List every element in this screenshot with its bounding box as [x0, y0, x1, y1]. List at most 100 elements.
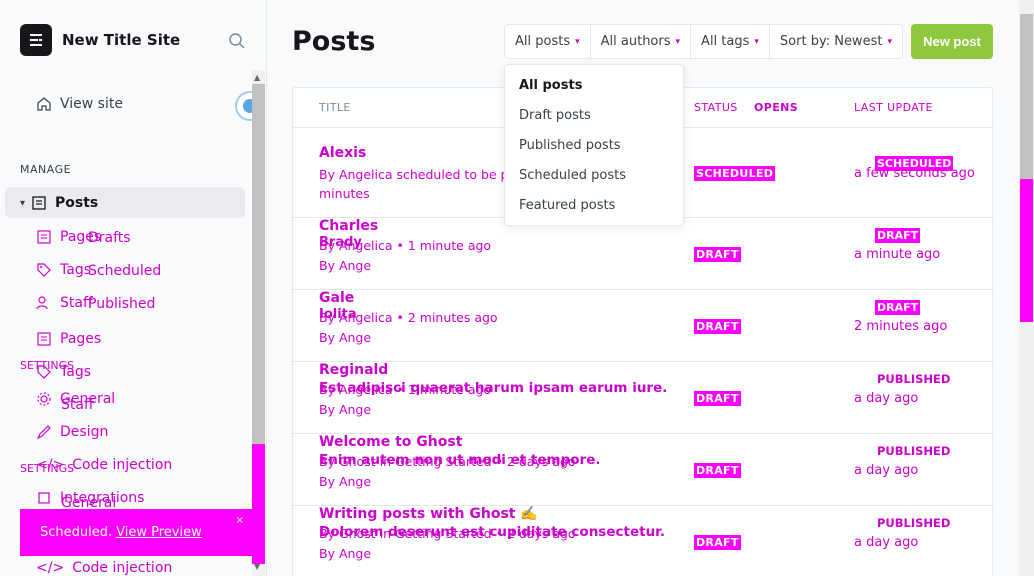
post-excerpt: Dolorem deserunt est cupiditate consecte…	[319, 524, 666, 540]
sidebar-item-label: Tags	[60, 262, 91, 278]
table-row[interactable]: Charles Brady By Angelica • 1 minute ago…	[293, 218, 994, 290]
post-excerpt: Enim autem non ut modi et tempore.	[319, 452, 601, 468]
sidebar-item-design[interactable]: Design	[36, 424, 108, 440]
filter-label: Sort by: Newest	[779, 34, 883, 49]
sidebar-item-label: Design	[60, 424, 109, 440]
table-row[interactable]: Gale Iolita By Angelica • 2 minutes ago …	[293, 290, 994, 362]
close-icon[interactable]: ×	[236, 515, 244, 526]
pages-icon	[37, 230, 51, 244]
status-badge: DRAFT	[694, 247, 741, 262]
tag-icon	[37, 263, 51, 277]
sidebar: New Title Site View site MANAGE ▾ Posts …	[0, 0, 267, 576]
view-site-label: View site	[60, 96, 123, 112]
sidebar-item-label: Code injection	[72, 457, 173, 473]
post-excerpt: Est adipisci quaerat harum ipsam earum i…	[319, 380, 668, 396]
code-icon: </>	[36, 560, 65, 576]
post-meta-continued: By Ange	[319, 330, 372, 345]
page-title: Posts	[292, 26, 376, 57]
status-badge-right: DRAFT	[875, 300, 921, 315]
column-status[interactable]: STATUS	[694, 101, 738, 114]
post-meta-continued: By Ange	[319, 258, 372, 273]
dropdown-option-scheduled-posts[interactable]: Scheduled posts	[519, 168, 626, 183]
post-meta: By Angelica • 1 minute ago	[319, 238, 492, 253]
post-meta-continued: By Ange	[319, 474, 372, 489]
sidebar-item-label: Posts	[55, 195, 99, 211]
column-last-update[interactable]: LAST UPDATE	[854, 101, 933, 114]
post-meta-continued: By Ange	[319, 546, 372, 561]
table-row[interactable]: Writing posts with Ghost ✍️ By Ghost in …	[293, 506, 994, 576]
sidebar-item-code-injection[interactable]: </> Code injection	[36, 560, 172, 576]
integrations-icon	[38, 492, 50, 504]
filter-tag[interactable]: All tags ▾	[691, 25, 770, 58]
chevron-down-icon: ▾	[20, 197, 26, 209]
column-opens[interactable]: OPENS	[754, 101, 798, 114]
filter-author[interactable]: All authors ▾	[591, 25, 692, 58]
site-logo-icon	[20, 24, 52, 56]
view-site-link[interactable]: View site	[36, 96, 123, 112]
filter-label: All tags	[701, 34, 750, 49]
staff-icon	[36, 296, 48, 310]
table-row[interactable]: Reginald By Angelica • 1 minute ago Est …	[293, 362, 994, 434]
toast-text: Scheduled.	[40, 525, 113, 540]
dropdown-option-all-posts[interactable]: All posts	[519, 78, 582, 93]
last-update-time: a day ago	[854, 535, 919, 550]
post-title[interactable]: Welcome to Ghost	[319, 434, 462, 450]
sidebar-item-posts[interactable]: ▾ Posts	[20, 195, 98, 211]
filter-sort[interactable]: Sort by: Newest ▾	[770, 25, 902, 58]
post-title[interactable]: Reginald	[319, 362, 388, 378]
sidebar-item-label: Tags	[60, 364, 91, 380]
post-title[interactable]: Gale	[319, 290, 354, 306]
last-update-time: a minute ago	[854, 247, 941, 262]
sidebar-scroll-thumb-highlight	[252, 444, 265, 564]
status-published: PUBLISHED	[877, 516, 951, 530]
site-name: New Title Site	[62, 31, 181, 49]
sidebar-item-tags[interactable]: Tags	[36, 364, 91, 380]
status-badge: DRAFT	[694, 391, 741, 406]
post-meta: By Angelica • 2 minutes ago	[319, 310, 498, 325]
scroll-up-icon[interactable]: ▲	[254, 73, 260, 82]
post-title[interactable]: Alexis	[319, 145, 366, 161]
sidebar-item-staff[interactable]: Staff	[61, 397, 94, 413]
status-badge: DRAFT	[694, 463, 741, 478]
sidebar-item-code-injection-overlay[interactable]: </> Code injection	[36, 457, 172, 473]
sidebar-item-scheduled[interactable]: Scheduled	[88, 263, 161, 279]
gear-icon	[37, 392, 51, 406]
sidebar-item-pages[interactable]: Pages	[36, 331, 101, 347]
filter-label: All posts	[515, 34, 571, 49]
toast-notification: Scheduled. View Preview ×	[20, 509, 252, 556]
filter-bar: All posts ▾ All authors ▾ All tags ▾ Sort b…	[504, 24, 903, 59]
filter-type[interactable]: All posts ▾	[505, 25, 591, 58]
sidebar-item-tags-ghost[interactable]: Tags	[36, 262, 91, 278]
view-preview-link[interactable]: View Preview	[116, 525, 202, 540]
filter-label: All authors	[600, 34, 671, 49]
status-badge: SCHEDULED	[694, 166, 776, 181]
pages-icon	[37, 332, 51, 346]
pen-icon	[36, 425, 51, 440]
brand[interactable]: New Title Site	[20, 24, 180, 56]
code-icon: </>	[36, 457, 65, 473]
post-title[interactable]: Writing posts with Ghost ✍️	[319, 506, 538, 522]
new-post-button[interactable]: New post	[911, 24, 993, 59]
main-scroll-thumb[interactable]	[1020, 14, 1033, 179]
table-row[interactable]: Welcome to Ghost By Ghost in Getting Sta…	[293, 434, 994, 506]
chevron-down-icon: ▾	[887, 36, 892, 47]
home-icon	[37, 97, 51, 111]
last-update-time: a day ago	[854, 463, 919, 478]
last-update-time: 2 minutes ago	[854, 319, 948, 334]
scroll-down-icon[interactable]: ▼	[254, 562, 260, 571]
post-title[interactable]: Charles	[319, 218, 378, 234]
status-published: PUBLISHED	[877, 444, 951, 458]
tag-icon	[37, 365, 51, 379]
post-meta-continued: By Ange	[319, 402, 372, 417]
chevron-down-icon: ▾	[575, 36, 580, 47]
sidebar-item-published[interactable]: Published	[88, 296, 155, 312]
dropdown-option-published-posts[interactable]: Published posts	[519, 138, 621, 153]
dropdown-option-draft-posts[interactable]: Draft posts	[519, 108, 591, 123]
sidebar-item-label: Code injection	[72, 560, 173, 576]
column-title[interactable]: TITLE	[319, 101, 351, 114]
sidebar-scroll-thumb[interactable]	[252, 84, 265, 444]
dropdown-option-featured-posts[interactable]: Featured posts	[519, 198, 615, 213]
sidebar-item-staff-ghost[interactable]: Staff	[36, 295, 93, 311]
sidebar-item-drafts[interactable]: Drafts	[88, 230, 131, 246]
search-icon[interactable]	[228, 32, 246, 54]
